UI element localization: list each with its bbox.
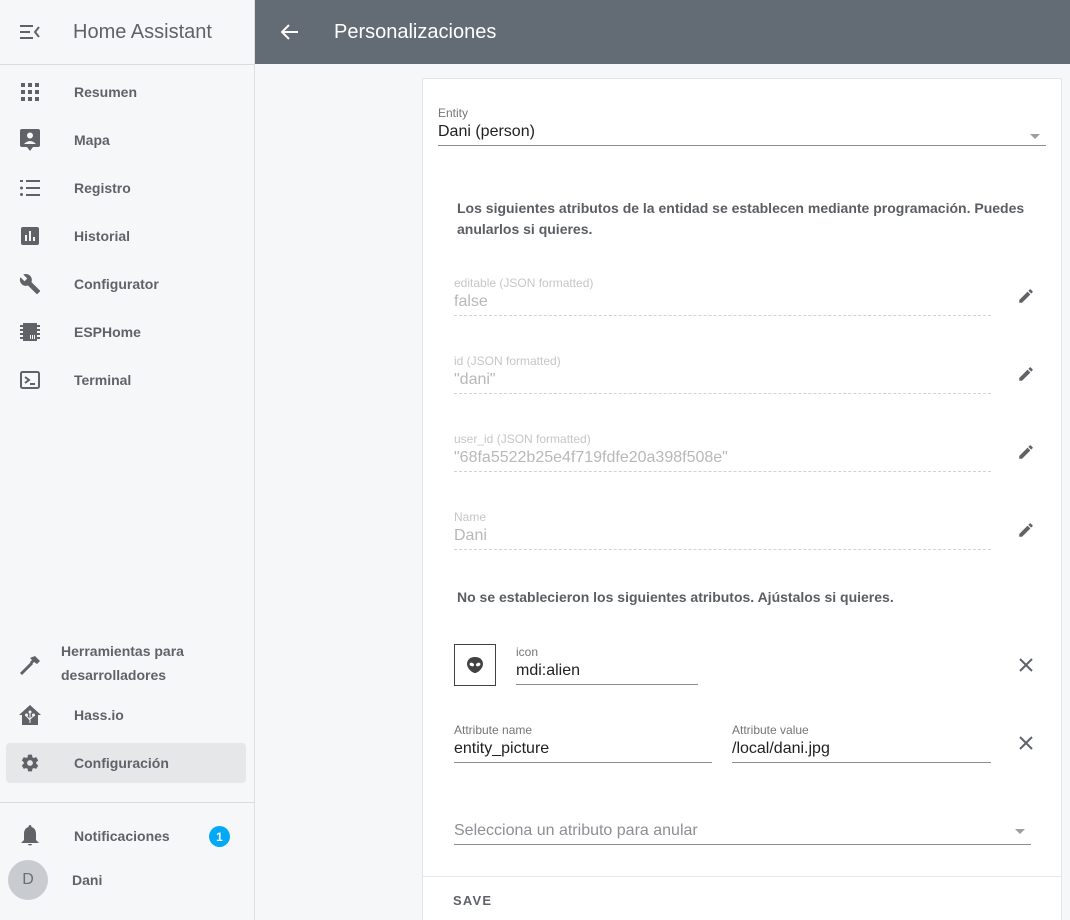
field-value: "68fa5522b25e4f719fdfe20a398f508e" (454, 446, 991, 472)
avatar-wrapper: D (4, 860, 52, 900)
sidebar-item-label: Dani (72, 872, 103, 888)
sidebar-item-notifications[interactable]: Notificaciones 1 (6, 816, 246, 856)
sidebar-item-label: Herramientas para desarrolladores (61, 643, 184, 683)
sidebar-item-esphome[interactable]: ESPHome (6, 312, 246, 352)
close-icon (1019, 658, 1033, 672)
pencil-icon (1019, 445, 1033, 459)
menu-open-icon (20, 25, 40, 39)
alien-icon (467, 657, 483, 673)
field-value: false (454, 290, 991, 316)
bell-icon (6, 825, 54, 847)
attribute-value-input[interactable]: Attribute value /local/dani.jpg (732, 723, 991, 763)
console-icon (6, 371, 54, 389)
field-label: user_id (JSON formatted) (454, 432, 591, 446)
app-title: Home Assistant (73, 20, 212, 43)
sidebar: Home Assistant Resumen Mapa Registro His… (0, 0, 255, 920)
sidebar-item-registro[interactable]: Registro (6, 168, 246, 208)
sidebar-item-label: Historial (74, 228, 131, 244)
pencil-icon (1019, 523, 1033, 537)
field-label: editable (JSON formatted) (454, 276, 594, 290)
field-label: Attribute name (454, 723, 533, 737)
wrench-icon (6, 273, 54, 295)
back-button[interactable] (255, 0, 325, 64)
remove-custom-attribute-button[interactable] (1006, 723, 1046, 763)
entity-value: Dani (person) (438, 120, 1046, 146)
sidebar-item-label: ESPHome (74, 324, 141, 340)
edit-id-button[interactable] (1006, 354, 1046, 394)
icon-input[interactable]: icon mdi:alien (516, 645, 698, 685)
sidebar-item-label: Terminal (74, 372, 132, 388)
field-label: Attribute value (732, 723, 809, 737)
attribute-editable-field: editable (JSON formatted) false (454, 276, 991, 316)
select-attribute-dropdown[interactable]: Selecciona un atributo para anular (454, 819, 1031, 845)
sidebar-item-configurator[interactable]: Configurator (6, 264, 246, 304)
page-title: Personalizaciones (334, 20, 497, 43)
dropdown-arrow-icon (1030, 134, 1040, 139)
attribute-name-input[interactable]: Attribute name entity_picture (454, 723, 712, 763)
field-label: Name (454, 510, 487, 524)
cog-icon (6, 753, 54, 773)
sidebar-item-user[interactable]: D Dani (6, 860, 246, 900)
save-button[interactable]: SAVE (445, 887, 500, 914)
sidebar-item-label: Configuración (74, 755, 169, 771)
sidebar-item-configuracion[interactable]: Configuración (6, 743, 246, 783)
sidebar-item-label: Configurator (74, 276, 159, 292)
menu-toggle-button[interactable] (0, 0, 60, 64)
field-value: entity_picture (454, 737, 712, 763)
account-location-icon (6, 129, 54, 151)
attribute-name-field: Name Dani (454, 510, 991, 550)
pencil-icon (1019, 289, 1033, 303)
field-value: mdi:alien (516, 659, 698, 685)
view-dashboard-icon (6, 83, 54, 101)
remove-icon-attribute-button[interactable] (1006, 645, 1046, 685)
sidebar-item-developer-tools[interactable]: Herramientas para desarrolladores (6, 637, 246, 689)
dropdown-arrow-icon (1015, 829, 1025, 834)
edit-name-button[interactable] (1006, 510, 1046, 550)
sidebar-item-hassio[interactable]: Hass.io (6, 695, 246, 735)
avatar: D (8, 860, 48, 900)
field-value: Dani (454, 524, 991, 550)
arrow-left-icon (281, 24, 298, 40)
sidebar-item-resumen[interactable]: Resumen (6, 72, 246, 112)
edit-user-id-button[interactable] (1006, 432, 1046, 472)
format-list-bulleted-icon (6, 180, 54, 196)
card-actions-divider (423, 876, 1061, 877)
field-value: "dani" (454, 368, 991, 394)
app-header: Personalizaciones (255, 0, 1070, 64)
sidebar-item-label: Hass.io (74, 707, 124, 723)
edit-editable-button[interactable] (1006, 276, 1046, 316)
entity-select[interactable]: Entity Dani (person) (438, 106, 1046, 146)
unset-note: No se establecieron los siguientes atrib… (457, 589, 894, 605)
sidebar-item-mapa[interactable]: Mapa (6, 120, 246, 160)
sidebar-item-label: Registro (74, 180, 131, 196)
sidebar-item-historial[interactable]: Historial (6, 216, 246, 256)
sidebar-item-label: Notificaciones (74, 828, 170, 844)
entity-label: Entity (438, 106, 469, 120)
sidebar-divider (0, 802, 254, 803)
sidebar-header: Home Assistant (0, 0, 254, 65)
attribute-user-id-field: user_id (JSON formatted) "68fa5522b25e4f… (454, 432, 991, 472)
home-assistant-icon (6, 705, 54, 725)
chart-box-icon (6, 227, 54, 245)
customize-card: Entity Dani (person) Los siguientes atri… (422, 78, 1062, 920)
sidebar-item-label: Mapa (74, 132, 110, 148)
select-attribute-placeholder: Selecciona un atributo para anular (454, 819, 1031, 845)
hammer-icon (6, 654, 54, 676)
attribute-id-field: id (JSON formatted) "dani" (454, 354, 991, 394)
programmatic-note: Los siguientes atributos de la entidad s… (457, 200, 1025, 237)
chip-icon (6, 323, 54, 341)
field-value: /local/dani.jpg (732, 737, 991, 763)
field-label: id (JSON formatted) (454, 354, 561, 368)
close-icon (1019, 736, 1033, 750)
sidebar-item-label: Resumen (74, 84, 138, 100)
icon-preview (454, 644, 496, 686)
field-label: icon (516, 645, 539, 659)
notification-count-badge: 1 (209, 826, 230, 847)
pencil-icon (1019, 367, 1033, 381)
sidebar-item-terminal[interactable]: Terminal (6, 360, 246, 400)
